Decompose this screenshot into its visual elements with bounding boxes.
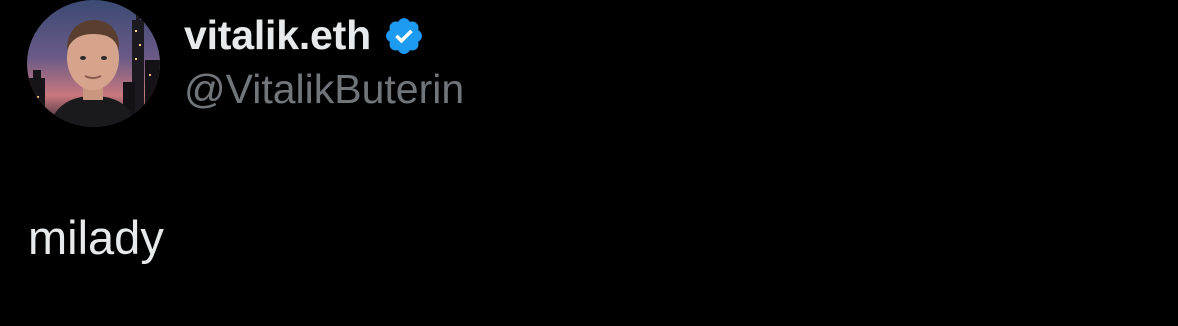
author-display-name[interactable]: vitalik.eth [184, 10, 371, 60]
tweet-card: vitalik.eth @VitalikButerin milady [0, 0, 1178, 326]
tweet-text: milady [28, 211, 164, 264]
author-avatar[interactable] [27, 0, 160, 127]
author-handle[interactable]: @VitalikButerin [184, 64, 464, 114]
verified-badge-icon [383, 15, 425, 57]
author-name-row: vitalik.eth [184, 10, 425, 60]
avatar-photo-icon [27, 0, 160, 127]
